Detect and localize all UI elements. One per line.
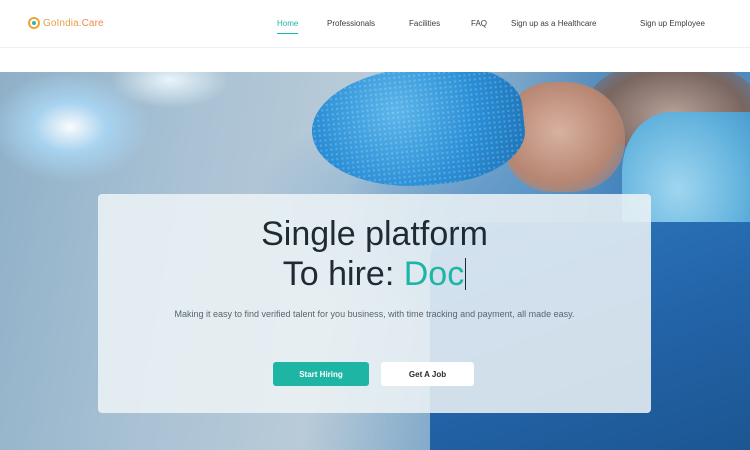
main-nav: Home Professionals Facilities FAQ Sign u… xyxy=(0,0,750,48)
start-hiring-button[interactable]: Start Hiring xyxy=(273,362,369,386)
hero-typed-word: Doc xyxy=(403,255,465,293)
hero-headline-prefix: To hire: xyxy=(282,255,395,293)
nav-faq[interactable]: FAQ xyxy=(471,18,487,32)
typing-caret xyxy=(465,258,467,290)
nav-facilities[interactable]: Facilities xyxy=(409,18,440,32)
nav-signup-employee[interactable]: Sign up Employee xyxy=(640,18,705,32)
nav-home[interactable]: Home xyxy=(277,18,299,34)
hero-headline-line1: Single platform xyxy=(261,215,488,253)
nav-signup-healthcare[interactable]: Sign up as a Healthcare xyxy=(511,18,596,32)
surgical-cap xyxy=(306,72,530,197)
hero-subtext: Making it easy to find verified talent f… xyxy=(174,309,575,319)
site-header: GoIndia.Care Home Professionals Faciliti… xyxy=(0,0,750,48)
hero-headline-line2: To hire: Doc xyxy=(98,256,651,292)
nav-professionals[interactable]: Professionals xyxy=(327,18,375,32)
get-a-job-button[interactable]: Get A Job xyxy=(381,362,474,386)
